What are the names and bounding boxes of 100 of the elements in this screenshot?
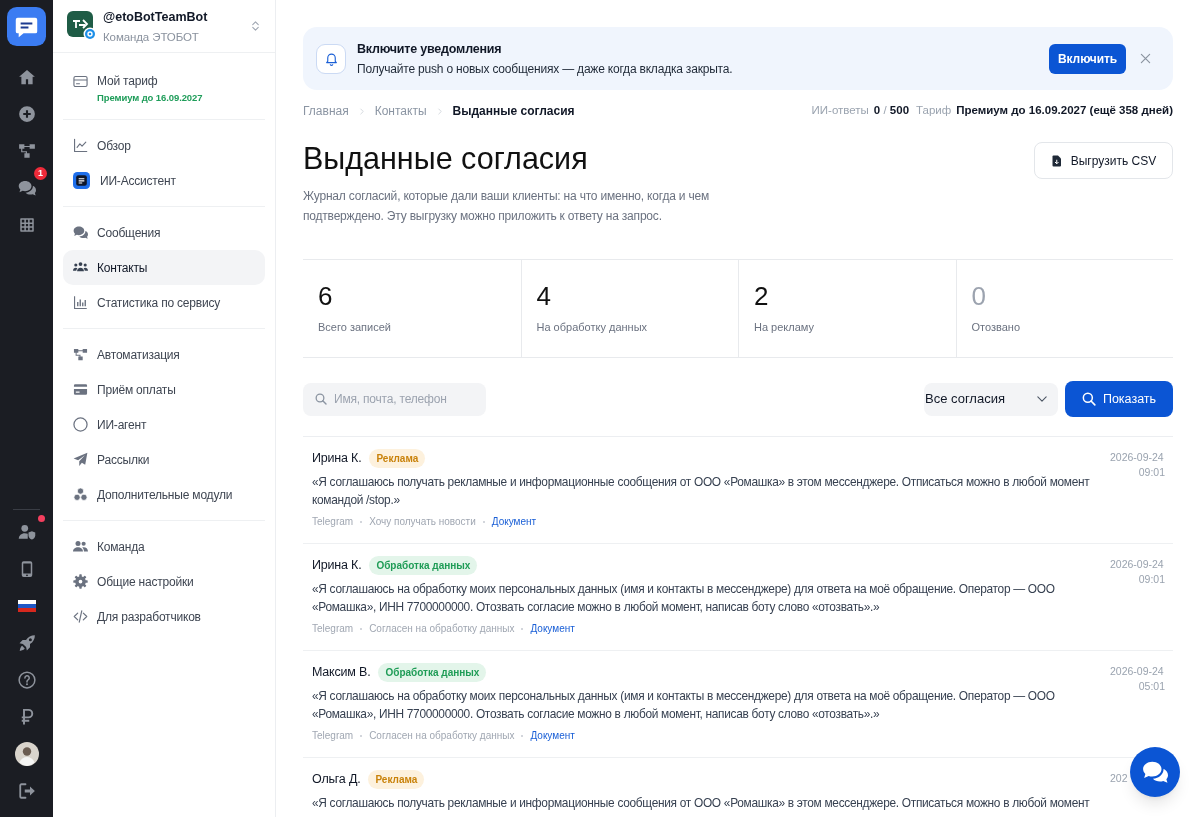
sidebar-item[interactable]: Статистика по сервису: [63, 285, 265, 320]
channel-label: Telegram: [312, 515, 354, 529]
circle-icon: [73, 417, 88, 432]
stat-label: На рекламу: [754, 320, 814, 335]
consent-text: «Я соглашаюсь на обработку моих персональных данных (имя и контакты в мессенджере) для ответа на моё обращение. Оператор — ООО «Ромашка», ИНН 7700000000. Отозвать согласие можно в любой момент, написав боту слово «отозвать».»: [312, 581, 1056, 616]
consent-reason: Согласен на обработку данных: [369, 729, 515, 743]
bell-icon: [316, 43, 346, 74]
bar-chart-icon: [73, 295, 88, 310]
contact-name: Ирина К.: [312, 450, 362, 468]
settings-icon: [73, 574, 88, 589]
sidebar-item[interactable]: Команда: [63, 529, 265, 564]
search-field[interactable]: Имя, почта, телефон: [303, 382, 486, 416]
team-name: Команда ЭТОБОТ: [103, 29, 199, 45]
consent-text: «Я соглашаюсь на обработку моих персональных данных (имя и контакты в мессенджере) для ответа на моё обращение. Оператор — ООО «Ромашка», ИНН 7700000000. Отозвать согласие можно в любой момент, написав боту слово «отозвать».»: [312, 688, 1056, 723]
stat-value: 6: [318, 281, 333, 311]
consent-type-select[interactable]: Все согласия: [924, 382, 1058, 416]
consent-reason: Хочу получать новости: [369, 515, 476, 529]
file-download-icon: [1050, 153, 1063, 168]
chat-bubbles-icon[interactable]: [17, 178, 36, 197]
chevron-down-icon: [1037, 394, 1047, 404]
plan-value: Премиум до 16.09.2027 (ещё 358 дней): [956, 103, 1173, 119]
bot-avatar-icon: [67, 11, 97, 41]
stat-label: Отозвано: [971, 320, 1021, 335]
page-title: Выданные согласия: [303, 140, 588, 176]
document-link[interactable]: Документ: [491, 515, 537, 529]
sidebar-item[interactable]: ИИ-Ассистент: [63, 163, 265, 198]
sidebar-item[interactable]: Дополнительные модули: [63, 477, 265, 512]
sidebar-item[interactable]: Общие настройки: [63, 564, 265, 599]
flowchart-icon[interactable]: [17, 141, 36, 160]
code-icon: [73, 609, 88, 624]
stat-value: 4: [536, 281, 551, 311]
banner-title: Включите уведомления: [357, 40, 502, 58]
enable-button[interactable]: Включить: [1049, 43, 1126, 74]
consent-text: «Я соглашаюсь получать рекламные и информационные сообщения от ООО «Ромашка» в этом мессенджере. Отписаться можно в любой момент командой /stop.»: [312, 474, 1091, 509]
flowchart-icon: [73, 347, 88, 362]
consent-time: 09:01: [1138, 465, 1165, 480]
sidebar-item[interactable]: Контакты: [63, 250, 265, 285]
help-icon[interactable]: [17, 670, 36, 689]
chevron-right-icon: [436, 106, 443, 116]
sidebar-item[interactable]: ИИ-агент: [63, 407, 265, 442]
document-link[interactable]: Документ: [530, 729, 575, 743]
close-icon[interactable]: [1140, 53, 1151, 64]
contact-name: Ольга Д.: [312, 771, 361, 789]
consent-reason: Согласен на обработку данных: [369, 622, 515, 636]
three-circles-icon: [73, 487, 88, 502]
export-csv-button[interactable]: Выгрузить CSV: [1034, 142, 1173, 179]
sidebar-item[interactable]: Приём оплаты: [63, 372, 265, 407]
search-icon: [1081, 392, 1096, 406]
stat-label: Всего записей: [318, 320, 391, 335]
consent-text: «Я соглашаюсь получать рекламные и информационные сообщения от ООО «Ромашка» в этом мессенджере. Отписаться можно в любой момент: [312, 795, 1091, 812]
consent-date: 2026-09-24: [1110, 450, 1164, 465]
sidebar-item[interactable]: Для разработчиков: [63, 599, 265, 634]
consent-type-tag: Реклама: [368, 770, 425, 789]
breadcrumb-current: Выданные согласия: [452, 103, 575, 120]
stat-value: 0: [971, 281, 986, 311]
banner-text: Получайте push о новых сообщениях — даже когда вкладка закрыта.: [357, 60, 733, 78]
bot-name: @etoBotTeamBot: [103, 8, 208, 26]
rocket-icon[interactable]: [17, 633, 36, 652]
sidebar-item[interactable]: Автоматизация: [63, 337, 265, 372]
home-icon[interactable]: [17, 67, 36, 86]
consent-time: 05:01: [1138, 679, 1165, 694]
consent-date: 2026-09-24: [1110, 664, 1164, 679]
consent-type-tag: Обработка данных: [369, 556, 478, 575]
line-chart-icon: [73, 138, 88, 153]
consent-type-tag: Обработка данных: [378, 663, 487, 682]
sidebar-item[interactable]: Сообщения: [63, 215, 265, 250]
sidebar-item[interactable]: Рассылки: [63, 442, 265, 477]
logo-icon[interactable]: [7, 7, 46, 46]
channel-label: Telegram: [312, 622, 354, 636]
stat-value: 2: [754, 281, 769, 311]
consent-type-tag: Реклама: [369, 449, 426, 468]
user-shield-icon[interactable]: [17, 522, 36, 541]
plan-expiry-label: Премиум до 16.09.2027: [97, 91, 203, 105]
contact-name: Ирина К.: [312, 557, 362, 575]
chat-button[interactable]: [1130, 747, 1180, 797]
ai-usage-count: 0 / 500: [873, 103, 910, 119]
logout-icon[interactable]: [17, 781, 36, 800]
stat-label: На обработку данных: [536, 320, 648, 335]
search-icon: [315, 393, 327, 405]
sidebar-item[interactable]: Обзор: [63, 128, 265, 163]
page-description: Журнал согласий, которые дали ваши клиенты: на что именно, когда и чем подтверждено. Эту выгрузку можно приложить к ответу на запрос.: [303, 188, 710, 225]
flag-icon[interactable]: [17, 599, 36, 612]
channel-label: Telegram: [312, 729, 354, 743]
chat-bubbles-icon: [73, 225, 88, 240]
avatar-icon[interactable]: [14, 741, 39, 766]
ai-usage-label: ИИ-ответы: [811, 103, 869, 119]
consent-time: 09:01: [1138, 572, 1165, 587]
paper-plane-icon: [73, 452, 88, 467]
document-link[interactable]: Документ: [530, 622, 575, 636]
assistant-icon: [73, 172, 90, 189]
chat-bubbles-icon: [1142, 759, 1168, 785]
card-icon: [73, 74, 88, 89]
consent-date: 2026-09-24: [1110, 557, 1164, 572]
card-icon: [73, 382, 88, 397]
grid-icon[interactable]: [17, 215, 36, 234]
unread-count-badge: 1: [34, 167, 47, 180]
contact-name: Максим В.: [312, 664, 371, 682]
sidebar-item[interactable]: Мой тариф Премиум до 16.09.2027: [63, 63, 265, 111]
show-button[interactable]: Показать: [1065, 381, 1173, 417]
users-icon: [73, 539, 88, 554]
